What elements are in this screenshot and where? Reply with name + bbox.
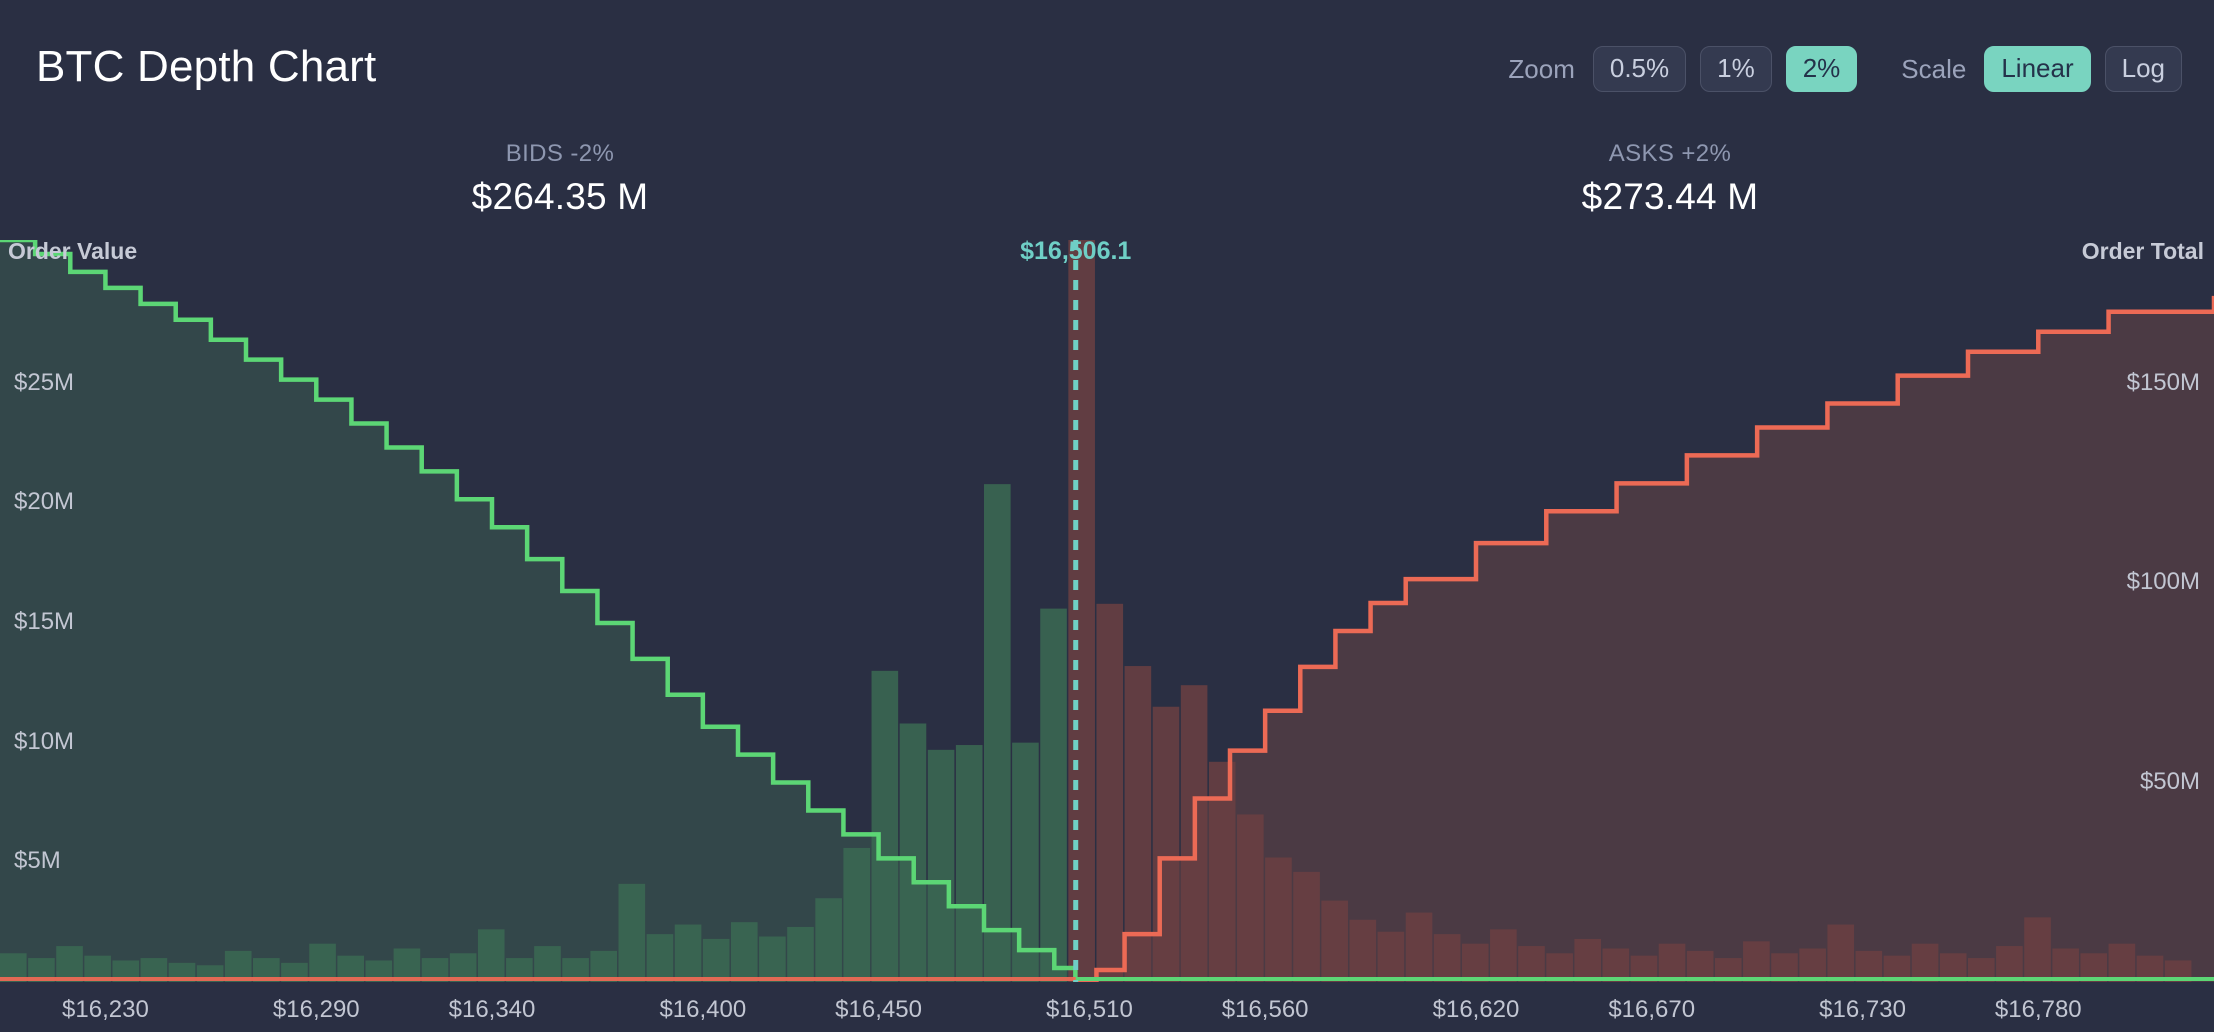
scale-option-log[interactable]: Log: [2104, 46, 2182, 93]
x-axis-tick: $16,230: [62, 996, 149, 1023]
depth-bar: [1068, 240, 1095, 982]
bids-value: $264.35 M: [471, 176, 649, 217]
depth-bar: [1518, 946, 1545, 982]
bids-caption: BIDS -2%: [505, 140, 615, 167]
bids-summary: BIDS -2% $264.35 M: [370, 140, 750, 218]
depth-bar: [815, 898, 842, 982]
depth-bar: [984, 484, 1011, 982]
depth-bar: [1433, 934, 1461, 982]
depth-bar: [1602, 948, 1630, 982]
left-axis-title: Order Value: [8, 238, 138, 264]
depth-bar: [1827, 924, 1855, 982]
y-axis-left-tick: $5M: [14, 847, 61, 875]
depth-bar: [477, 929, 505, 982]
zoom-label: Zoom: [1508, 53, 1575, 84]
depth-bar: [1012, 742, 1039, 982]
depth-bar: [1461, 943, 1489, 982]
depth-bar: [759, 936, 786, 982]
depth-bar: [1574, 938, 1602, 982]
depth-bar: [1237, 814, 1264, 982]
x-axis-tick: $16,730: [1819, 996, 1906, 1023]
y-axis-left-tick: $20M: [14, 488, 75, 516]
depth-bar: [1265, 857, 1292, 982]
depth-bar: [674, 924, 702, 982]
x-axis-tick: $16,560: [1221, 996, 1309, 1023]
y-axis-left-tick: $15M: [14, 607, 75, 635]
depth-bar: [2052, 948, 2079, 982]
depth-summary: BIDS -2% $264.35 M ASKS +2% $273.44 M: [0, 140, 2214, 220]
depth-bar: [1040, 608, 1067, 982]
depth-bar: [955, 745, 983, 982]
depth-bar: [730, 922, 758, 982]
x-axis-tick: $16,780: [1994, 996, 2082, 1023]
x-axis-tick: $16,620: [1432, 996, 1520, 1023]
chart-controls: Zoom 0.5% 1% 2% Scale Linear Log: [1508, 46, 2182, 93]
depth-bar: [899, 723, 927, 982]
asks-caption: ASKS +2%: [1608, 140, 1732, 167]
x-axis-tick: $16,450: [835, 996, 922, 1023]
depth-chart-page: BTC Depth Chart Zoom 0.5% 1% 2% Scale Li…: [0, 0, 2214, 1032]
depth-bar: [534, 946, 561, 982]
depth-chart-svg[interactable]: [0, 240, 2214, 982]
depth-bar: [1377, 931, 1405, 982]
mid-price-label: $16,506.1: [1020, 237, 1132, 265]
x-axis-tick: $16,340: [448, 996, 536, 1023]
right-axis-title: Order Total: [2081, 238, 2204, 264]
depth-bar: [1152, 706, 1180, 982]
scale-option-linear[interactable]: Linear: [1984, 46, 2091, 93]
depth-bar: [1658, 943, 1686, 982]
scale-label: Scale: [1901, 53, 1967, 84]
depth-bar: [1349, 919, 1377, 982]
page-header: BTC Depth Chart Zoom 0.5% 1% 2% Scale Li…: [0, 0, 2214, 120]
depth-bar: [927, 749, 955, 982]
depth-bar: [1996, 946, 2023, 982]
zoom-option-0[interactable]: 0.5%: [1592, 46, 1687, 93]
y-axis-right-tick: $150M: [2126, 368, 2200, 396]
depth-bar: [2024, 917, 2051, 982]
depth-bar: [787, 926, 814, 982]
depth-bar: [2108, 943, 2136, 982]
asks-value: $273.44 M: [1581, 176, 1759, 217]
depth-bar: [618, 883, 646, 982]
depth-bar: [1321, 900, 1348, 982]
depth-bar: [1799, 948, 1826, 982]
x-axis-tick: $16,510: [1046, 996, 1133, 1023]
page-title: BTC Depth Chart: [36, 42, 377, 91]
depth-bar: [1096, 603, 1124, 982]
x-axis: $16,230 $16,290 $16,340 $16,400 $16,450 $16,5…: [0, 982, 2214, 1032]
zoom-option-1[interactable]: 1%: [1700, 46, 1772, 93]
depth-plot[interactable]: [0, 240, 2214, 982]
y-axis-right-tick: $50M: [2139, 767, 2200, 795]
depth-bar: [1490, 929, 1517, 982]
depth-bar: [1743, 941, 1770, 982]
depth-bar: [702, 938, 730, 982]
depth-bar: [646, 934, 674, 982]
depth-bar: [1405, 912, 1433, 982]
depth-bar: [393, 948, 421, 982]
y-axis-right-tick: $100M: [2126, 568, 2200, 596]
y-axis-left-tick: $25M: [14, 368, 75, 396]
depth-bar: [1911, 943, 1939, 982]
x-axis-tick: $16,290: [272, 996, 360, 1023]
depth-bar: [1293, 871, 1320, 982]
depth-bar: [871, 670, 899, 982]
depth-bar: [56, 946, 83, 982]
depth-bar: [843, 847, 871, 982]
x-axis-tick: $16,400: [659, 996, 747, 1023]
y-axis-left-tick: $10M: [14, 727, 75, 755]
zoom-option-2[interactable]: 2%: [1785, 46, 1858, 93]
x-axis-tick: $16,670: [1608, 996, 1696, 1023]
asks-summary: ASKS +2% $273.44 M: [1450, 140, 1890, 218]
depth-bar: [309, 943, 336, 982]
